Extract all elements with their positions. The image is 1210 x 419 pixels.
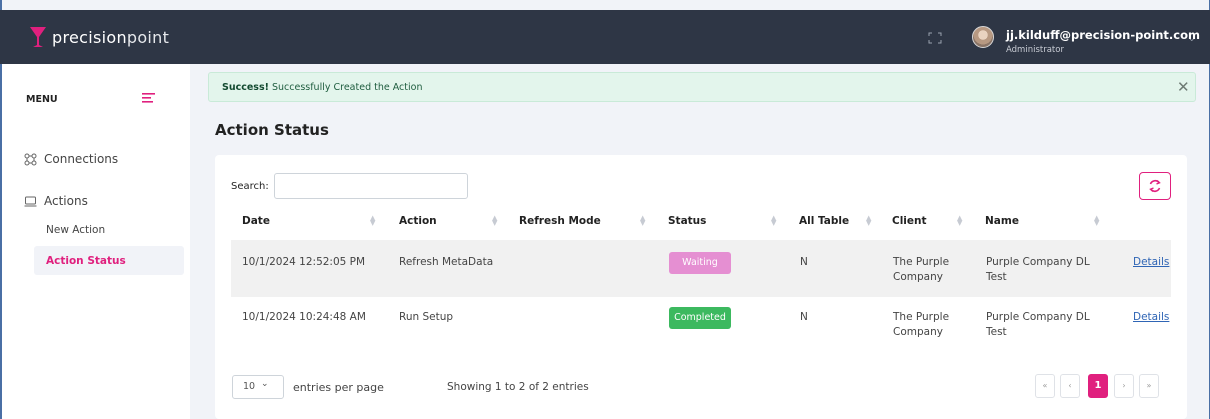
column-header-status[interactable]: Status — [668, 215, 706, 227]
cell-date: 10/1/2024 12:52:05 PM — [242, 256, 366, 268]
column-header-refresh-mode[interactable]: Refresh Mode — [519, 215, 601, 227]
page-title: Action Status — [215, 121, 329, 139]
user-menu-caret-icon[interactable]: ⌄ — [1188, 34, 1196, 44]
hamburger-icon[interactable] — [142, 92, 156, 104]
cell-all-table: N — [800, 256, 808, 268]
sort-icon[interactable]: ▲ ▼ — [492, 215, 497, 227]
details-link[interactable]: Details — [1133, 310, 1169, 324]
status-badge: Waiting — [669, 252, 731, 274]
cell-client-line1: The Purple — [893, 256, 950, 268]
sort-icon[interactable]: ▲ ▼ — [957, 215, 962, 227]
search-input[interactable] — [274, 173, 468, 199]
pagination-previous[interactable]: ‹ — [1060, 374, 1080, 398]
sort-icon[interactable]: ▲ ▼ — [1094, 215, 1099, 227]
cell-name-line1: Purple Company DL — [986, 256, 1090, 268]
sort-icon[interactable]: ▲ ▼ — [370, 215, 375, 227]
menu-label: MENU — [26, 94, 58, 105]
pagination-last[interactable]: » — [1139, 374, 1159, 398]
cell-client-line2: Company — [893, 271, 943, 283]
cell-client-line2: Company — [893, 326, 943, 338]
details-link[interactable]: Details — [1133, 255, 1169, 269]
refresh-button[interactable] — [1139, 172, 1171, 200]
sidebar-item-new-action[interactable]: New Action — [46, 224, 105, 236]
cell-name-line1: Purple Company DL — [986, 311, 1090, 323]
cell-action: Run Setup — [399, 311, 454, 323]
sort-icon[interactable]: ▲ ▼ — [866, 215, 871, 227]
column-header-action[interactable]: Action — [399, 215, 437, 227]
connections-icon — [24, 153, 37, 165]
fullscreen-icon[interactable] — [928, 32, 942, 44]
sort-icon[interactable]: ▲ ▼ — [640, 215, 645, 227]
logo-text-prefix: precision — [52, 27, 127, 47]
sidebar-item-connections[interactable]: Connections — [24, 152, 118, 166]
per-page-label: entries per page — [293, 381, 384, 394]
cell-name-line2: Test — [986, 271, 1007, 283]
sidebar-item-actions[interactable]: Actions — [24, 194, 88, 208]
logo-text-suffix: point — [126, 27, 170, 47]
status-badge: Completed — [669, 307, 731, 329]
pagination-next[interactable]: › — [1114, 374, 1134, 398]
alert-message: Successfully Created the Action — [268, 82, 423, 93]
cell-date: 10/1/2024 10:24:48 AM — [242, 311, 366, 323]
entries-per-page-select[interactable]: 10 ⌄ — [232, 375, 284, 399]
chevron-down-icon: ⌄ — [261, 379, 269, 389]
cell-client-line1: The Purple — [893, 311, 950, 323]
avatar[interactable] — [972, 26, 994, 48]
column-header-all-table[interactable]: All Table — [799, 215, 849, 227]
sidebar: MENU Connections Actions New Action Acti… — [2, 64, 190, 419]
showing-entries-text: Showing 1 to 2 of 2 entries — [447, 381, 589, 393]
success-alert: Success! Successfully Created the Action… — [208, 72, 1196, 102]
cell-all-table: N — [800, 311, 808, 323]
action-status-card: Search: Date ▲ ▼ Action ▲ ▼ Refresh Mode ▲… — [215, 155, 1187, 419]
user-role: Administrator — [1006, 45, 1064, 55]
search-label: Search: — [231, 181, 269, 192]
sidebar-item-action-status[interactable]: Action Status — [46, 255, 126, 267]
top-bar: precisionpoint jj.kilduff@precision-poin… — [0, 10, 1210, 64]
pagination-first[interactable]: « — [1035, 374, 1055, 398]
logo-glass-icon — [30, 27, 46, 47]
pagination-page-1[interactable]: 1 — [1088, 374, 1108, 398]
column-header-date[interactable]: Date — [242, 215, 270, 227]
actions-icon — [24, 196, 37, 206]
cell-name-line2: Test — [986, 326, 1007, 338]
alert-strong: Success! — [222, 82, 269, 93]
sidebar-item-label: Actions — [44, 194, 88, 208]
close-icon[interactable]: ✕ — [1177, 78, 1190, 96]
logo[interactable]: precisionpoint — [28, 24, 169, 50]
column-header-name[interactable]: Name — [985, 215, 1019, 227]
per-page-value: 10 — [243, 381, 256, 392]
sidebar-item-label: Connections — [44, 152, 119, 166]
user-email[interactable]: jj.kilduff@precision-point.com — [1006, 28, 1200, 42]
sort-icon[interactable]: ▲ ▼ — [771, 215, 776, 227]
refresh-icon — [1149, 179, 1161, 193]
cell-action: Refresh MetaData — [399, 256, 494, 268]
column-header-client[interactable]: Client — [892, 215, 927, 227]
